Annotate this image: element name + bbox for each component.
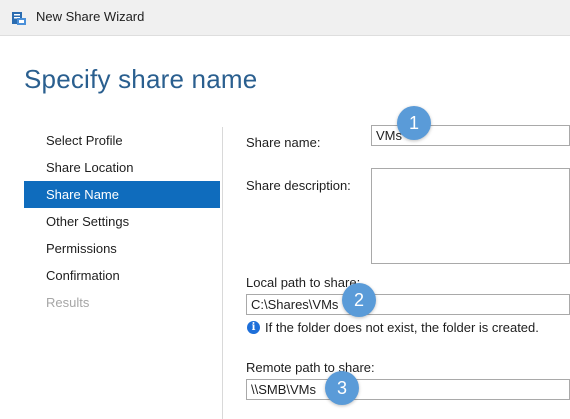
nav-divider: [222, 127, 223, 419]
nav-item-share-name[interactable]: Share Name: [24, 181, 220, 208]
title-bar: New Share Wizard: [0, 0, 570, 36]
share-description-label: Share description:: [246, 178, 351, 193]
info-icon: i: [247, 321, 260, 334]
local-path-label: Local path to share:: [246, 275, 361, 290]
local-path-input[interactable]: [246, 294, 570, 315]
info-message: If the folder does not exist, the folder…: [265, 320, 539, 335]
callout-badge-2: 2: [342, 283, 376, 317]
nav-item-share-location[interactable]: Share Location: [24, 154, 220, 181]
nav-item-results: Results: [46, 295, 90, 310]
nav-item-other-settings[interactable]: Other Settings: [24, 208, 220, 235]
wizard-steps-nav: Select Profile Share Location Share Name…: [24, 127, 220, 316]
nav-item-confirmation[interactable]: Confirmation: [24, 262, 220, 289]
callout-badge-1: 1: [397, 106, 431, 140]
share-name-label: Share name:: [246, 135, 321, 150]
share-folder-icon: [12, 12, 26, 25]
page-title: Specify share name: [24, 64, 258, 94]
share-description-input[interactable]: [371, 168, 570, 264]
remote-path-label: Remote path to share:: [246, 360, 375, 375]
remote-path-input[interactable]: [246, 379, 570, 400]
nav-item-permissions[interactable]: Permissions: [24, 235, 220, 262]
callout-badge-3: 3: [325, 371, 359, 405]
nav-item-select-profile[interactable]: Select Profile: [24, 127, 220, 154]
window-title: New Share Wizard: [36, 9, 145, 24]
